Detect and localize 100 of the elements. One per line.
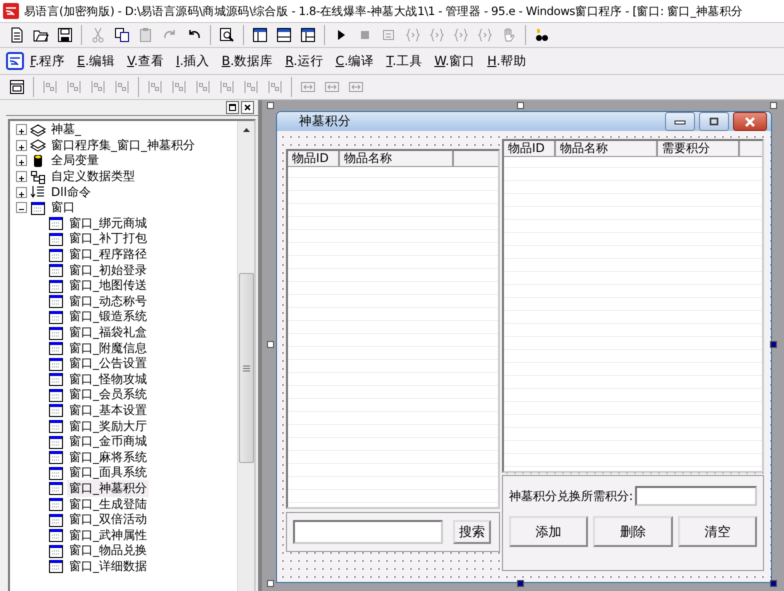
menu-item[interactable]: R.运行 bbox=[279, 50, 330, 72]
tree-item[interactable]: 窗口_神墓积分 bbox=[67, 480, 149, 497]
tree-item[interactable]: 窗口_双倍活动 bbox=[67, 511, 149, 528]
tree-item[interactable]: 窗口_会员系统 bbox=[67, 386, 149, 404]
expand-icon[interactable] bbox=[16, 171, 27, 182]
expand-icon[interactable] bbox=[16, 140, 27, 151]
resize-handle[interactable] bbox=[267, 102, 274, 109]
document-icon[interactable] bbox=[9, 27, 25, 43]
search-field[interactable] bbox=[293, 520, 443, 544]
tree-item[interactable]: 自定义数据类型 bbox=[49, 168, 137, 186]
tree-item[interactable]: 窗口_公告设置 bbox=[67, 355, 149, 372]
window-icon bbox=[48, 341, 64, 356]
tree-item[interactable]: 窗口_福袋礼盒 bbox=[67, 324, 149, 342]
window-icon bbox=[48, 403, 64, 418]
search-button[interactable]: 搜索 bbox=[453, 520, 491, 544]
window-icon bbox=[48, 263, 64, 278]
tree-item[interactable]: 窗口程序集_窗口_神墓积分 bbox=[49, 136, 197, 154]
menu-item[interactable]: V.查看 bbox=[121, 50, 170, 72]
tree-item[interactable]: 窗口_金币商城 bbox=[67, 433, 149, 450]
app-logo-icon bbox=[3, 3, 19, 19]
action-button[interactable]: 添加 bbox=[509, 516, 588, 547]
scroll-up-icon[interactable] bbox=[242, 127, 250, 133]
tree-item[interactable]: 窗口_基本设置 bbox=[67, 402, 149, 419]
action-button[interactable]: 删除 bbox=[593, 516, 673, 547]
minimize-button[interactable] bbox=[665, 112, 695, 131]
column-header[interactable]: 物品名称 bbox=[340, 151, 454, 167]
tree-item[interactable]: 窗口_补丁打包 bbox=[67, 230, 149, 248]
magnifier-icon[interactable] bbox=[219, 27, 235, 43]
input-field[interactable] bbox=[635, 486, 757, 506]
maximize-button[interactable] bbox=[226, 101, 239, 114]
tree-item[interactable]: 窗口_麻将系统 bbox=[67, 448, 149, 466]
resize-handle[interactable] bbox=[770, 102, 777, 109]
field-label: 神墓积分兑换所需积分: bbox=[509, 488, 634, 504]
tree-item[interactable]: 窗口_绑元商城 bbox=[67, 214, 149, 232]
maximize-button[interactable] bbox=[699, 112, 729, 131]
menu-item[interactable]: I.插入 bbox=[170, 50, 216, 72]
tree-item[interactable]: 窗口_附魔信息 bbox=[67, 340, 149, 357]
item-list[interactable]: 物品ID 物品名称 bbox=[286, 149, 500, 509]
layout-icon[interactable] bbox=[252, 27, 268, 43]
window-icon bbox=[48, 512, 64, 527]
close-button[interactable] bbox=[241, 101, 254, 114]
window-icon bbox=[48, 434, 64, 449]
copy-icon[interactable] bbox=[114, 27, 130, 43]
tree-item[interactable]: 窗口 bbox=[49, 199, 77, 216]
maximize-icon bbox=[227, 102, 238, 113]
tree-item[interactable]: 窗口_奖励大厅 bbox=[67, 418, 149, 435]
tree-item[interactable]: 窗口_武神属性 bbox=[67, 526, 149, 544]
collapse-icon[interactable] bbox=[16, 202, 27, 214]
resize-handle[interactable] bbox=[517, 102, 524, 109]
menu-item[interactable]: W.窗口 bbox=[428, 50, 482, 72]
tree-item[interactable]: 窗口_怪物攻城 bbox=[67, 370, 149, 388]
menu-item[interactable]: E.编辑 bbox=[71, 50, 122, 72]
tree-item[interactable]: 窗口_锻造系统 bbox=[67, 308, 149, 326]
window-icon bbox=[48, 294, 64, 308]
resize-handle[interactable] bbox=[267, 580, 274, 587]
grip-icon bbox=[242, 364, 250, 372]
window-icon bbox=[48, 310, 64, 324]
expand-icon[interactable] bbox=[16, 155, 27, 166]
action-button[interactable]: 清空 bbox=[678, 516, 757, 547]
tree-item[interactable]: Dll命令 bbox=[49, 184, 93, 201]
menu-item[interactable]: B.数据库 bbox=[216, 50, 280, 72]
tree-item[interactable]: 窗口_生成登陆 bbox=[67, 496, 149, 513]
resize-handle[interactable] bbox=[770, 341, 777, 348]
binoculars-icon[interactable] bbox=[534, 27, 550, 43]
window-icon bbox=[48, 248, 64, 262]
close-button[interactable] bbox=[733, 112, 767, 131]
resize-handle[interactable] bbox=[267, 341, 274, 348]
window-title: 易语言(加密狗版) - D:\易语言源码\商城源码\综合版 - 1.8-在线爆率-神墓大战1\1 - 管理器 - 95.e - Windows窗口程序 - [窗口: 窗口_神墓积分 bbox=[24, 4, 743, 18]
tree-item[interactable]: 窗口_物品兑换 bbox=[67, 542, 149, 560]
form-title: 神墓积分 bbox=[299, 113, 352, 130]
form-icon[interactable] bbox=[9, 79, 25, 95]
item-list[interactable]: 物品ID 物品名称 需要积分 bbox=[502, 139, 764, 473]
scrollbar[interactable] bbox=[237, 121, 254, 591]
tree-item[interactable]: 窗口_动态称号 bbox=[67, 292, 149, 310]
window-icon bbox=[48, 278, 64, 293]
column-header[interactable]: 物品名称 bbox=[556, 141, 658, 157]
tree-item[interactable]: 窗口_地图传送 bbox=[67, 277, 149, 294]
layout-icon[interactable] bbox=[300, 27, 316, 43]
resize-handle[interactable] bbox=[770, 580, 777, 587]
tree-item[interactable]: 全局变量 bbox=[49, 152, 101, 170]
column-header[interactable]: 物品ID bbox=[504, 141, 556, 157]
expand-icon[interactable] bbox=[16, 124, 27, 136]
menu-item[interactable]: T.工具 bbox=[380, 50, 428, 72]
column-header[interactable]: 物品ID bbox=[288, 151, 340, 167]
stack-icon bbox=[30, 138, 46, 152]
floppy-icon[interactable] bbox=[57, 27, 73, 43]
expand-icon[interactable] bbox=[16, 186, 27, 198]
tree-item[interactable]: 神墓_ bbox=[49, 121, 83, 138]
menu-item[interactable]: C.编译 bbox=[329, 50, 380, 72]
window-icon bbox=[48, 419, 64, 434]
tree-item[interactable]: 窗口_详细数据 bbox=[67, 558, 149, 575]
tree-item[interactable]: 窗口_初始登录 bbox=[67, 262, 149, 279]
resize-handle[interactable] bbox=[517, 580, 524, 587]
window-icon bbox=[48, 372, 64, 386]
tree-item[interactable]: 窗口_面具系统 bbox=[67, 464, 149, 482]
tree-item[interactable]: 窗口_程序路径 bbox=[67, 246, 149, 264]
menu-item[interactable]: F.程序 bbox=[24, 50, 72, 72]
column-header[interactable]: 需要积分 bbox=[658, 141, 740, 157]
menu-item[interactable]: H.帮助 bbox=[481, 50, 532, 72]
layout-icon[interactable] bbox=[276, 27, 292, 43]
